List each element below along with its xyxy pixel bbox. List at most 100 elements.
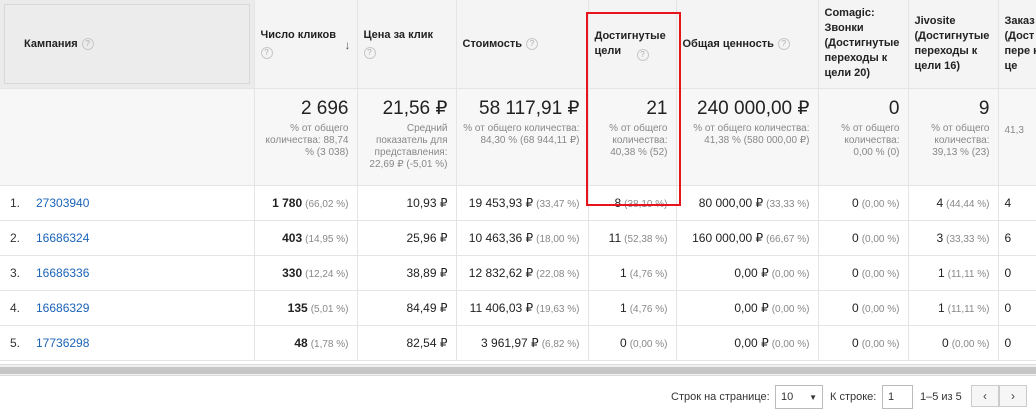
help-circle-icon[interactable]: ? [526, 37, 539, 50]
summary-value: 58 117,91 ₽ [479, 97, 580, 119]
goto-row-label: К строке: [830, 391, 877, 403]
row-jivosite: 1 (11,11 %) [908, 255, 999, 291]
row-cost: 3 961,97 ₽ (6,82 %) [456, 325, 589, 361]
campaign-link[interactable]: 17736298 [36, 336, 89, 350]
col-header-clicks[interactable]: Число кликов ? ↓ [254, 0, 358, 89]
value-value: 0,00 ₽ [734, 265, 769, 280]
row-campaign-cell: 3. 16686336 [0, 255, 255, 291]
jivosite-value: 1 [937, 300, 945, 315]
sort-down-arrow-icon[interactable]: ↓ [345, 38, 351, 52]
summary-value: 240 000,00 ₽ [697, 97, 810, 119]
table-row: 1. 27303940 1 780 (66,02 %) 10,93 ₽ 19 453,93… [0, 185, 1036, 221]
horizontal-scrollbar[interactable] [0, 364, 1036, 376]
col-header-campaign[interactable]: Кампания? [0, 0, 255, 89]
value-percent: (0,00 %) [771, 338, 810, 350]
prev-page-button[interactable]: ‹ [971, 385, 999, 407]
table-row: 5. 17736298 48 (1,78 %) 82,54 ₽ 3 961,97 ₽ (6,… [0, 325, 1036, 361]
col-header-orders[interactable]: Заказ (Дост пере к це [998, 0, 1036, 89]
col-header-cost[interactable]: Стоимость? [456, 0, 589, 89]
goto-row-input[interactable]: 1 [882, 385, 913, 409]
cpc-value: 38,89 ₽ [406, 265, 448, 280]
clicks-value: 135 [287, 300, 308, 315]
cost-value: 3 961,97 ₽ [481, 335, 539, 350]
row-comagic: 0 (0,00 %) [818, 290, 909, 326]
col-header-value[interactable]: Общая ценность? [676, 0, 819, 89]
help-circle-icon[interactable]: ? [363, 47, 376, 60]
value-percent: (0,00 %) [771, 303, 810, 315]
campaign-link[interactable]: 27303940 [36, 196, 89, 210]
row-campaign-cell: 4. 16686329 [0, 290, 255, 326]
comagic-value: 0 [852, 265, 859, 280]
clicks-percent: (5,01 %) [310, 303, 349, 315]
campaign-link[interactable]: 16686324 [36, 231, 89, 245]
goals-value: 0 [620, 335, 627, 350]
jivosite-value: 1 [937, 265, 945, 280]
goals-percent: (0,00 %) [629, 338, 668, 350]
goals-percent: (38,10 %) [624, 198, 668, 210]
help-circle-icon[interactable]: ? [260, 47, 273, 60]
cpc-value: 82,54 ₽ [406, 335, 448, 350]
clicks-percent: (1,78 %) [310, 338, 349, 350]
next-page-button[interactable]: › [999, 385, 1027, 407]
row-value: 0,00 ₽ (0,00 %) [676, 255, 819, 291]
row-number: 4. [10, 300, 21, 315]
goals-value: 1 [620, 265, 627, 280]
help-circle-icon[interactable]: ? [636, 49, 649, 61]
cost-value: 10 463,36 ₽ [468, 230, 534, 245]
col-header-value-label: Общая ценность [682, 37, 774, 50]
row-goals: 0 (0,00 %) [588, 325, 677, 361]
row-clicks: 1 780 (66,02 %) [254, 185, 358, 221]
comagic-value: 0 [852, 300, 859, 315]
col-header-cpc[interactable]: Цена за клик ? [357, 0, 457, 89]
comagic-percent: (0,00 %) [861, 303, 900, 315]
row-comagic: 0 (0,00 %) [818, 220, 909, 256]
cpc-value: 84,49 ₽ [406, 300, 448, 315]
table-row: 4. 16686329 135 (5,01 %) 84,49 ₽11 406,03 ₽(… [0, 290, 1036, 326]
jivosite-value: 3 [936, 230, 944, 245]
jivosite-percent: (11,11 %) [947, 268, 990, 280]
col-header-comagic[interactable]: Comagic: Звонки (Достигнутые переходы к … [818, 0, 909, 89]
value-value: 160 000,00 ₽ [692, 230, 764, 245]
jivosite-percent: (33,33 %) [946, 233, 990, 245]
col-header-jivosite[interactable]: Jivosite (Достигнутые переходы к цели 16… [908, 0, 999, 89]
rows-per-page-select[interactable]: 10 ▼ [775, 385, 823, 409]
rows-per-page-label: Строк на странице: [671, 391, 770, 403]
row-orders: 4 [998, 185, 1036, 221]
summary-note: % от общего количества: 40,38 % (52) [609, 122, 668, 158]
col-header-goals[interactable]: Достигнутые цели ? [588, 0, 677, 89]
row-campaign-cell: 5. 17736298 [0, 325, 255, 361]
summary-goals: 21 % от общего количества: 40,38 % (52) [588, 88, 677, 186]
col-header-orders-label: Заказ (Дост пере к це [1004, 14, 1036, 72]
scrollbar-thumb[interactable] [0, 367, 1036, 374]
help-circle-icon[interactable]: ? [81, 38, 94, 51]
summary-note: Средний показатель для представления: 22… [369, 122, 448, 170]
summary-campaign-cell [0, 88, 255, 186]
clicks-value: 403 [282, 230, 303, 245]
help-circle-icon[interactable]: ? [777, 37, 790, 50]
summary-note: % от общего количества: 41,38 % (580 000… [693, 122, 810, 146]
cost-value: 19 453,93 ₽ [468, 195, 534, 210]
summary-orders: 41,3 [998, 88, 1036, 186]
goals-percent: (52,38 %) [624, 233, 668, 245]
row-orders: 0 [998, 290, 1036, 326]
col-header-clicks-label: Число кликов [260, 29, 336, 42]
goals-value: 8 [614, 195, 622, 210]
col-header-goals-label: Достигнутые цели [594, 29, 666, 57]
row-cpc: 84,49 ₽ [357, 290, 457, 326]
clicks-percent: (12,24 %) [305, 268, 349, 280]
cost-percent: (18,00 %) [536, 233, 580, 245]
goals-percent: (4,76 %) [629, 268, 668, 280]
orders-value: 4 [1004, 195, 1012, 210]
cost-percent: (22,08 %) [536, 268, 580, 280]
campaign-link[interactable]: 16686336 [36, 266, 89, 280]
cpc-value: 25,96 ₽ [406, 230, 448, 245]
campaign-link[interactable]: 16686329 [36, 301, 89, 315]
row-goals: 1 (4,76 %) [588, 255, 677, 291]
row-cost: 11 406,03 ₽ (19,63 %) [456, 290, 589, 326]
cost-percent: (33,47 %) [536, 198, 580, 210]
comagic-value: 0 [852, 230, 859, 245]
row-goals: 8 (38,10 %) [588, 185, 677, 221]
goals-value: 11 [608, 230, 622, 245]
summary-note: % от общего количества: 88,74 % (3 038) [265, 122, 349, 158]
cost-value: 11 406,03 ₽ [469, 300, 534, 315]
